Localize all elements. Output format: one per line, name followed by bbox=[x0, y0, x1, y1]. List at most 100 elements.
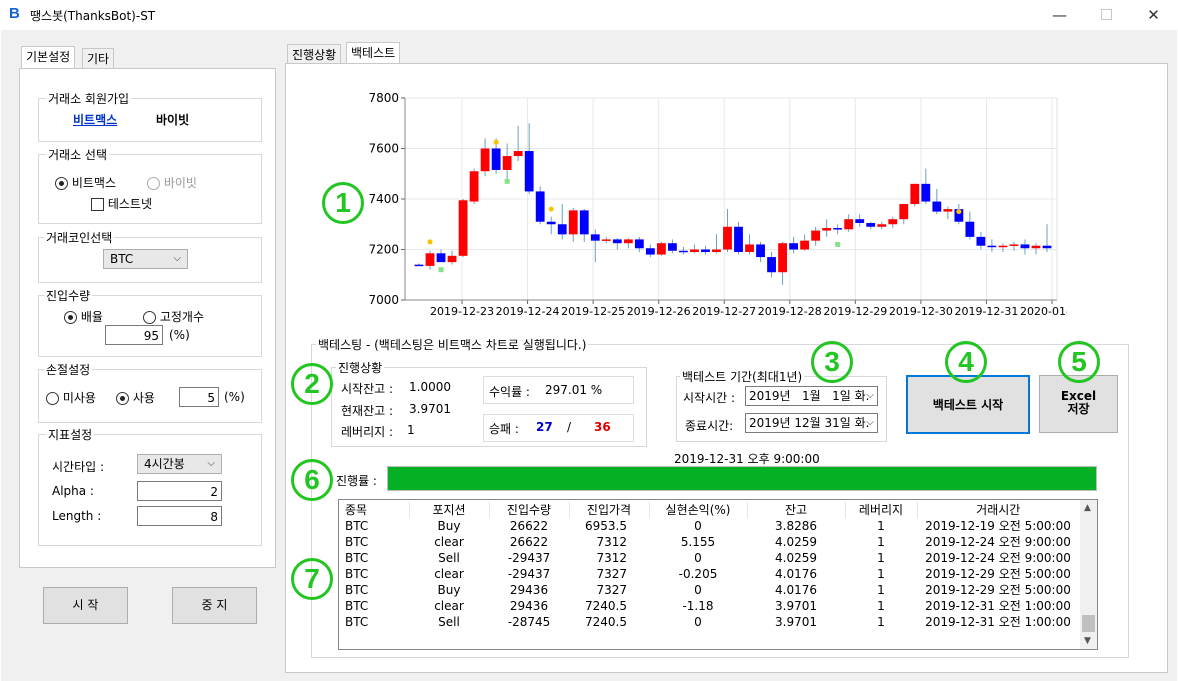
leverage-value: 1 bbox=[407, 423, 415, 437]
chart-area: 7000 7200 7400 7600 7800 2019-12-23 2019-12-24… bbox=[305, 80, 1084, 327]
entry-title: 진입수량 bbox=[44, 287, 93, 304]
column-header[interactable]: 진입수량 bbox=[489, 502, 570, 518]
x-tick-label: 2019-12-29 bbox=[823, 305, 887, 318]
stop-button[interactable]: 중 지 bbox=[172, 587, 257, 624]
alpha-input[interactable]: 2 bbox=[137, 481, 222, 501]
tab-progress[interactable]: 진행상황 bbox=[287, 44, 342, 65]
table-cell: 7312 bbox=[596, 551, 627, 565]
table-cell: 1 bbox=[877, 551, 885, 565]
radio-checked-icon bbox=[55, 177, 68, 190]
coin-select-value: BTC bbox=[110, 252, 134, 266]
bybit-link[interactable]: 바이빗 bbox=[156, 111, 189, 128]
entry-fixed-radio[interactable]: 고정개수 bbox=[143, 308, 204, 325]
period-end-picker[interactable]: 2019년 12월 31일 화. ⌵ bbox=[745, 413, 878, 433]
title-bar: B 땡스봇(ThanksBot)-ST — ☐ ✕ bbox=[0, 0, 1178, 30]
scroll-down-icon[interactable]: ▼ bbox=[1084, 636, 1091, 646]
entry-ratio-label: 배율 bbox=[80, 310, 103, 324]
entry-unit: (%) bbox=[169, 328, 190, 342]
scroll-up-icon[interactable]: ▲ bbox=[1084, 503, 1091, 513]
sell-marker bbox=[956, 209, 962, 215]
marker-6: 6 bbox=[291, 459, 333, 501]
x-tick-label: 2019-12-25 bbox=[561, 305, 625, 318]
candle-body bbox=[590, 234, 600, 241]
column-header[interactable]: 잔고 bbox=[747, 502, 846, 518]
length-label: Length : bbox=[52, 509, 102, 523]
run-backtest-button[interactable]: 백테스트 시작 bbox=[906, 375, 1030, 434]
candle-body bbox=[767, 257, 776, 273]
stoploss-input[interactable]: 5 bbox=[179, 387, 219, 407]
period-title: 백테스트 기간(최대1년) bbox=[680, 368, 805, 385]
candle-body bbox=[414, 264, 424, 267]
candle-body bbox=[943, 209, 953, 212]
table-row[interactable]: BTC Buy 26622 6953.5 0 3.8286 1 2019-12-19 오전 5… bbox=[341, 518, 1079, 534]
tab-etc[interactable]: 기타 bbox=[82, 48, 115, 69]
table-cell: 2019-12-19 오전 5:00:00 bbox=[925, 519, 1071, 533]
table-cell: 1 bbox=[877, 599, 885, 613]
x-tick-label: 2020-01-01 bbox=[1020, 305, 1067, 318]
entry-fixed-label: 고정개수 bbox=[159, 310, 204, 324]
table-row[interactable]: BTC clear 29436 7240.5 -1.18 3.9701 1 2019-12-3… bbox=[341, 598, 1079, 614]
column-header[interactable]: 거래시간 bbox=[917, 502, 1079, 518]
table-cell: BTC bbox=[345, 599, 369, 613]
stoploss-on-radio[interactable]: 사용 bbox=[116, 389, 155, 406]
backtest-title: 백테스팅 - (백테스팅은 비트맥스 차트로 실행됩니다.) bbox=[316, 336, 589, 353]
table-row[interactable]: BTC Sell -29437 7312 0 4.0259 1 2019-12-24 오전 9… bbox=[341, 550, 1079, 566]
tab-backtest[interactable]: 백테스트 bbox=[346, 42, 401, 65]
table-cell: 0 bbox=[694, 551, 702, 565]
alpha-label: Alpha : bbox=[52, 484, 94, 498]
candle-body bbox=[568, 210, 578, 235]
entry-amount-input[interactable]: 95 bbox=[105, 325, 163, 345]
maximize-button[interactable]: ☐ bbox=[1084, 0, 1129, 30]
start-button[interactable]: 시 작 bbox=[43, 587, 128, 624]
exchange-bitmex-radio[interactable]: 비트맥스 bbox=[55, 174, 116, 191]
status-title: 진행상황 bbox=[336, 359, 385, 376]
minimize-button[interactable]: — bbox=[1037, 0, 1082, 30]
trade-table[interactable]: 종목 포지션 진입수량 진입가격 실현손익(%) 잔고 레버리지 거래시간 BTC Buy 2662… bbox=[338, 499, 1098, 650]
stoploss-off-radio[interactable]: 미사용 bbox=[46, 389, 96, 406]
table-row[interactable]: BTC Sell -28745 7240.5 0 3.9701 1 2019-12-31 오전… bbox=[341, 614, 1079, 630]
candle-body bbox=[513, 151, 523, 157]
table-row[interactable]: BTC clear 26622 7312 5.155 4.0259 1 2019-12-24 … bbox=[341, 534, 1079, 550]
bitmex-link[interactable]: 비트맥스 bbox=[73, 111, 117, 128]
table-row[interactable]: BTC Buy 29436 7327 0 4.0176 1 2019-12-29 오전 5:0… bbox=[341, 582, 1079, 598]
wins-value: 27 bbox=[536, 420, 553, 434]
table-row[interactable]: BTC clear -29437 7327 -0.205 4.0176 1 2019-12-2… bbox=[341, 566, 1079, 582]
scroll-thumb[interactable] bbox=[1082, 615, 1095, 632]
winloss-separator: / bbox=[567, 420, 572, 434]
entry-ratio-radio[interactable]: 배율 bbox=[64, 308, 103, 325]
start-balance-label: 시작잔고 : bbox=[341, 382, 394, 396]
candle-body bbox=[1009, 244, 1019, 246]
timeframe-select[interactable]: 4시간봉 ⌵ bbox=[137, 454, 222, 474]
period-start-picker[interactable]: 2019년 1월 1일 화. ⌵ bbox=[745, 386, 878, 406]
table-cell: 7240.5 bbox=[585, 615, 627, 629]
y-tick-label: 7200 bbox=[368, 243, 399, 257]
table-cell: 26622 bbox=[509, 519, 549, 533]
excel-save-button[interactable]: Excel 저장 bbox=[1039, 375, 1118, 433]
table-cell: clear bbox=[434, 567, 464, 581]
tab-basic-settings[interactable]: 기본설정 bbox=[21, 46, 76, 69]
trade-table-grid: 종목 포지션 진입수량 진입가격 실현손익(%) 잔고 레버리지 거래시간 BTC Buy 2662… bbox=[341, 502, 1079, 630]
table-cell: 2019-12-29 오전 5:00:00 bbox=[925, 567, 1071, 581]
table-cell: BTC bbox=[345, 519, 369, 533]
coin-select[interactable]: BTC ⌵ bbox=[103, 249, 188, 269]
testnet-checkbox[interactable]: 테스트넷 bbox=[91, 195, 152, 212]
candle-body bbox=[965, 221, 975, 237]
progress-label: 진행률 : bbox=[336, 474, 377, 488]
candle-body bbox=[976, 236, 986, 246]
y-tick-label: 7000 bbox=[368, 293, 399, 307]
timeframe-select-value: 4시간봉 bbox=[144, 457, 185, 471]
close-button[interactable]: ✕ bbox=[1131, 0, 1176, 30]
column-header[interactable]: 종목 bbox=[341, 502, 410, 518]
table-cell: -0.205 bbox=[678, 567, 718, 581]
column-header[interactable]: 실현손익(%) bbox=[649, 502, 748, 518]
period-start-value: 2019년 1월 1일 화. bbox=[749, 389, 870, 403]
length-input[interactable]: 8 bbox=[137, 506, 222, 526]
table-cell: 2019-12-24 오전 9:00:00 bbox=[925, 535, 1071, 549]
table-cell: 7312 bbox=[596, 535, 627, 549]
table-cell: 4.0176 bbox=[775, 583, 817, 597]
column-header[interactable]: 진입가격 bbox=[569, 502, 650, 518]
stoploss-on-label: 사용 bbox=[132, 391, 155, 405]
column-header[interactable]: 레버리지 bbox=[845, 502, 918, 518]
scrollbar[interactable]: ▲ ▼ bbox=[1080, 500, 1097, 649]
column-header[interactable]: 포지션 bbox=[409, 502, 490, 518]
